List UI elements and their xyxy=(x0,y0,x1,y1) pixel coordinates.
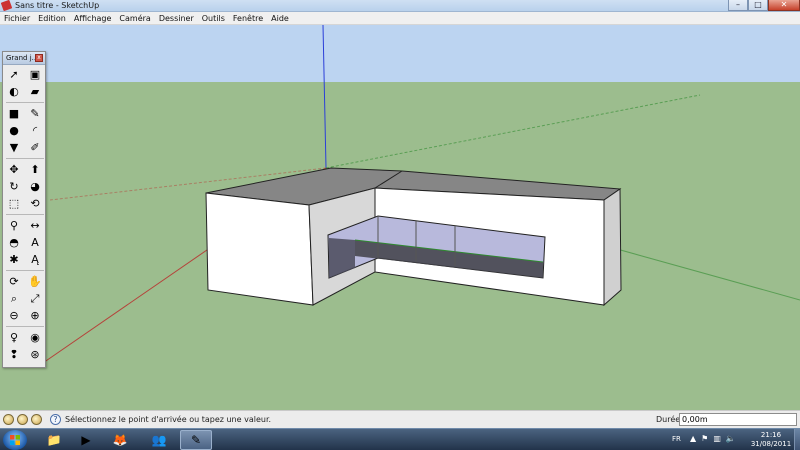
scene-canvas xyxy=(0,25,800,410)
tool-grid: ➚ ▣ ◐ ▰ ■ ✎ ● ◜ ▼ ✐ ✥ ⬆ ↻ ◕ ⬚ ⟲ ⚲ ↔ ◓ A ✱ Ą ⟳ ✋ ⌕ ⤢ ⊖ ⊕ ♀ ◉ ❢ ⊛ xyxy=(3,65,45,364)
axes-tool-icon[interactable]: ✱ xyxy=(6,252,22,267)
menu-affichage[interactable]: Affichage xyxy=(70,14,116,23)
rectangle-tool-icon[interactable]: ■ xyxy=(6,106,22,121)
network-icon[interactable]: ▥ xyxy=(713,434,721,443)
position-camera-tool-icon[interactable]: ♀ xyxy=(6,330,22,345)
sky xyxy=(0,25,800,82)
palette-separator xyxy=(6,158,44,159)
section-plane-tool-icon[interactable]: ⊛ xyxy=(27,347,43,362)
menu-dessiner[interactable]: Dessiner xyxy=(155,14,198,23)
eraser-tool-icon[interactable]: ▰ xyxy=(27,84,43,99)
menu-aide[interactable]: Aide xyxy=(267,14,293,23)
offset-tool-icon[interactable]: ⟲ xyxy=(27,196,43,211)
menu-fichier[interactable]: Fichier xyxy=(0,14,34,23)
windows-logo-icon xyxy=(10,435,20,445)
make-component-tool-icon[interactable]: ▣ xyxy=(27,67,43,82)
status-bar: ? Sélectionnez le point d'arrivée ou tap… xyxy=(0,410,800,428)
text-tool-icon[interactable]: A xyxy=(27,235,43,250)
system-tray: ▲ ⚑ ▥ 🔈 xyxy=(690,434,736,443)
media-player-task-icon[interactable]: ▶ xyxy=(70,430,102,450)
scale-tool-icon[interactable]: ⬚ xyxy=(6,196,22,211)
large-toolset-palette: Grand j... x ➚ ▣ ◐ ▰ ■ ✎ ● ◜ ▼ ✐ ✥ ⬆ ↻ ◕ ⬚ ⟲ ⚲ ↔ ◓ A ✱ Ą ⟳ ✋ ⌕ ⤢ ⊖… xyxy=(2,51,46,368)
measurements-input[interactable]: 0,00m xyxy=(679,413,797,426)
protractor-tool-icon[interactable]: ◓ xyxy=(6,235,22,250)
palette-separator xyxy=(6,270,44,271)
tape-measure-tool-icon[interactable]: ⚲ xyxy=(6,218,22,233)
maximize-button[interactable]: □ xyxy=(748,0,768,11)
freehand-tool-icon[interactable]: ✐ xyxy=(27,140,43,155)
clock-date: 31/08/2011 xyxy=(750,440,792,448)
select-tool-icon[interactable]: ➚ xyxy=(6,67,22,82)
show-desktop-button[interactable] xyxy=(794,429,800,450)
window-controls: – □ ✕ xyxy=(728,0,800,12)
palette-separator xyxy=(6,102,44,103)
polygon-tool-icon[interactable]: ▼ xyxy=(6,140,22,155)
language-indicator[interactable]: FR xyxy=(672,435,681,443)
paint-bucket-tool-icon[interactable]: ◐ xyxy=(6,84,22,99)
sketchup-icon xyxy=(0,0,13,12)
follow-me-tool-icon[interactable]: ◕ xyxy=(27,179,43,194)
close-button[interactable]: ✕ xyxy=(768,0,800,11)
dimension-tool-icon[interactable]: ↔ xyxy=(27,218,43,233)
show-hidden-icons-icon[interactable]: ▲ xyxy=(690,434,696,443)
menu-edition[interactable]: Edition xyxy=(34,14,70,23)
zoom-extents-tool-icon[interactable]: ⤢ xyxy=(27,291,43,306)
rotate-tool-icon[interactable]: ↻ xyxy=(6,179,22,194)
window-title: Sans titre - SketchUp xyxy=(15,1,100,10)
palette-title: Grand j... xyxy=(6,54,39,62)
messenger-task-icon[interactable]: 👥 xyxy=(143,430,175,450)
push-pull-tool-icon[interactable]: ⬆ xyxy=(27,162,43,177)
arc-tool-icon[interactable]: ◜ xyxy=(27,123,43,138)
explorer-task-icon[interactable]: 📁 xyxy=(38,430,70,450)
help-icon[interactable]: ? xyxy=(50,414,61,425)
zoom-tool-icon[interactable]: ⌕ xyxy=(6,291,22,306)
credits-icon[interactable] xyxy=(17,414,28,425)
orbit-tool-icon[interactable]: ⟳ xyxy=(6,274,22,289)
title-bar: Sans titre - SketchUp – □ ✕ xyxy=(0,0,800,12)
start-button[interactable] xyxy=(3,430,27,450)
action-center-icon[interactable]: ⚑ xyxy=(701,434,708,443)
volume-icon[interactable]: 🔈 xyxy=(726,434,736,443)
menu-outils[interactable]: Outils xyxy=(198,14,229,23)
firefox-task-icon[interactable]: 🦊 xyxy=(104,430,136,450)
measurements-label: Durée xyxy=(656,415,681,424)
move-tool-icon[interactable]: ✥ xyxy=(6,162,22,177)
previous-view-icon[interactable]: ⊖ xyxy=(6,308,22,323)
palette-separator xyxy=(6,214,44,215)
walk-tool-icon[interactable]: ❢ xyxy=(6,347,22,362)
3d-text-tool-icon[interactable]: Ą xyxy=(27,252,43,267)
status-message: Sélectionnez le point d'arrivée ou tapez… xyxy=(65,415,272,424)
minimize-button[interactable]: – xyxy=(728,0,748,11)
sketchup-task-icon[interactable]: ✎ xyxy=(180,430,212,450)
palette-header[interactable]: Grand j... x xyxy=(3,52,45,65)
right-block-end xyxy=(603,188,622,307)
menu-fenetre[interactable]: Fenêtre xyxy=(229,14,267,23)
palette-close-icon[interactable]: x xyxy=(35,54,43,62)
geolocation-icon[interactable] xyxy=(3,414,14,425)
next-view-icon[interactable]: ⊕ xyxy=(27,308,43,323)
pan-tool-icon[interactable]: ✋ xyxy=(27,274,43,289)
circle-tool-icon[interactable]: ● xyxy=(6,123,22,138)
clock[interactable]: 21:16 31/08/2011 xyxy=(748,431,794,449)
clock-time: 21:16 xyxy=(760,431,782,439)
windows-taskbar: 📁 ▶ 🦊 👥 ✎ FR ▲ ⚑ ▥ 🔈 21:16 31/08/2011 xyxy=(0,428,800,450)
left-block-front xyxy=(205,192,314,306)
drawing-viewport[interactable] xyxy=(0,25,800,410)
menu-camera[interactable]: Caméra xyxy=(115,14,154,23)
line-tool-icon[interactable]: ✎ xyxy=(27,106,43,121)
user-icon[interactable] xyxy=(31,414,42,425)
look-around-tool-icon[interactable]: ◉ xyxy=(27,330,43,345)
menu-bar: Fichier Edition Affichage Caméra Dessine… xyxy=(0,12,800,25)
palette-separator xyxy=(6,326,44,327)
